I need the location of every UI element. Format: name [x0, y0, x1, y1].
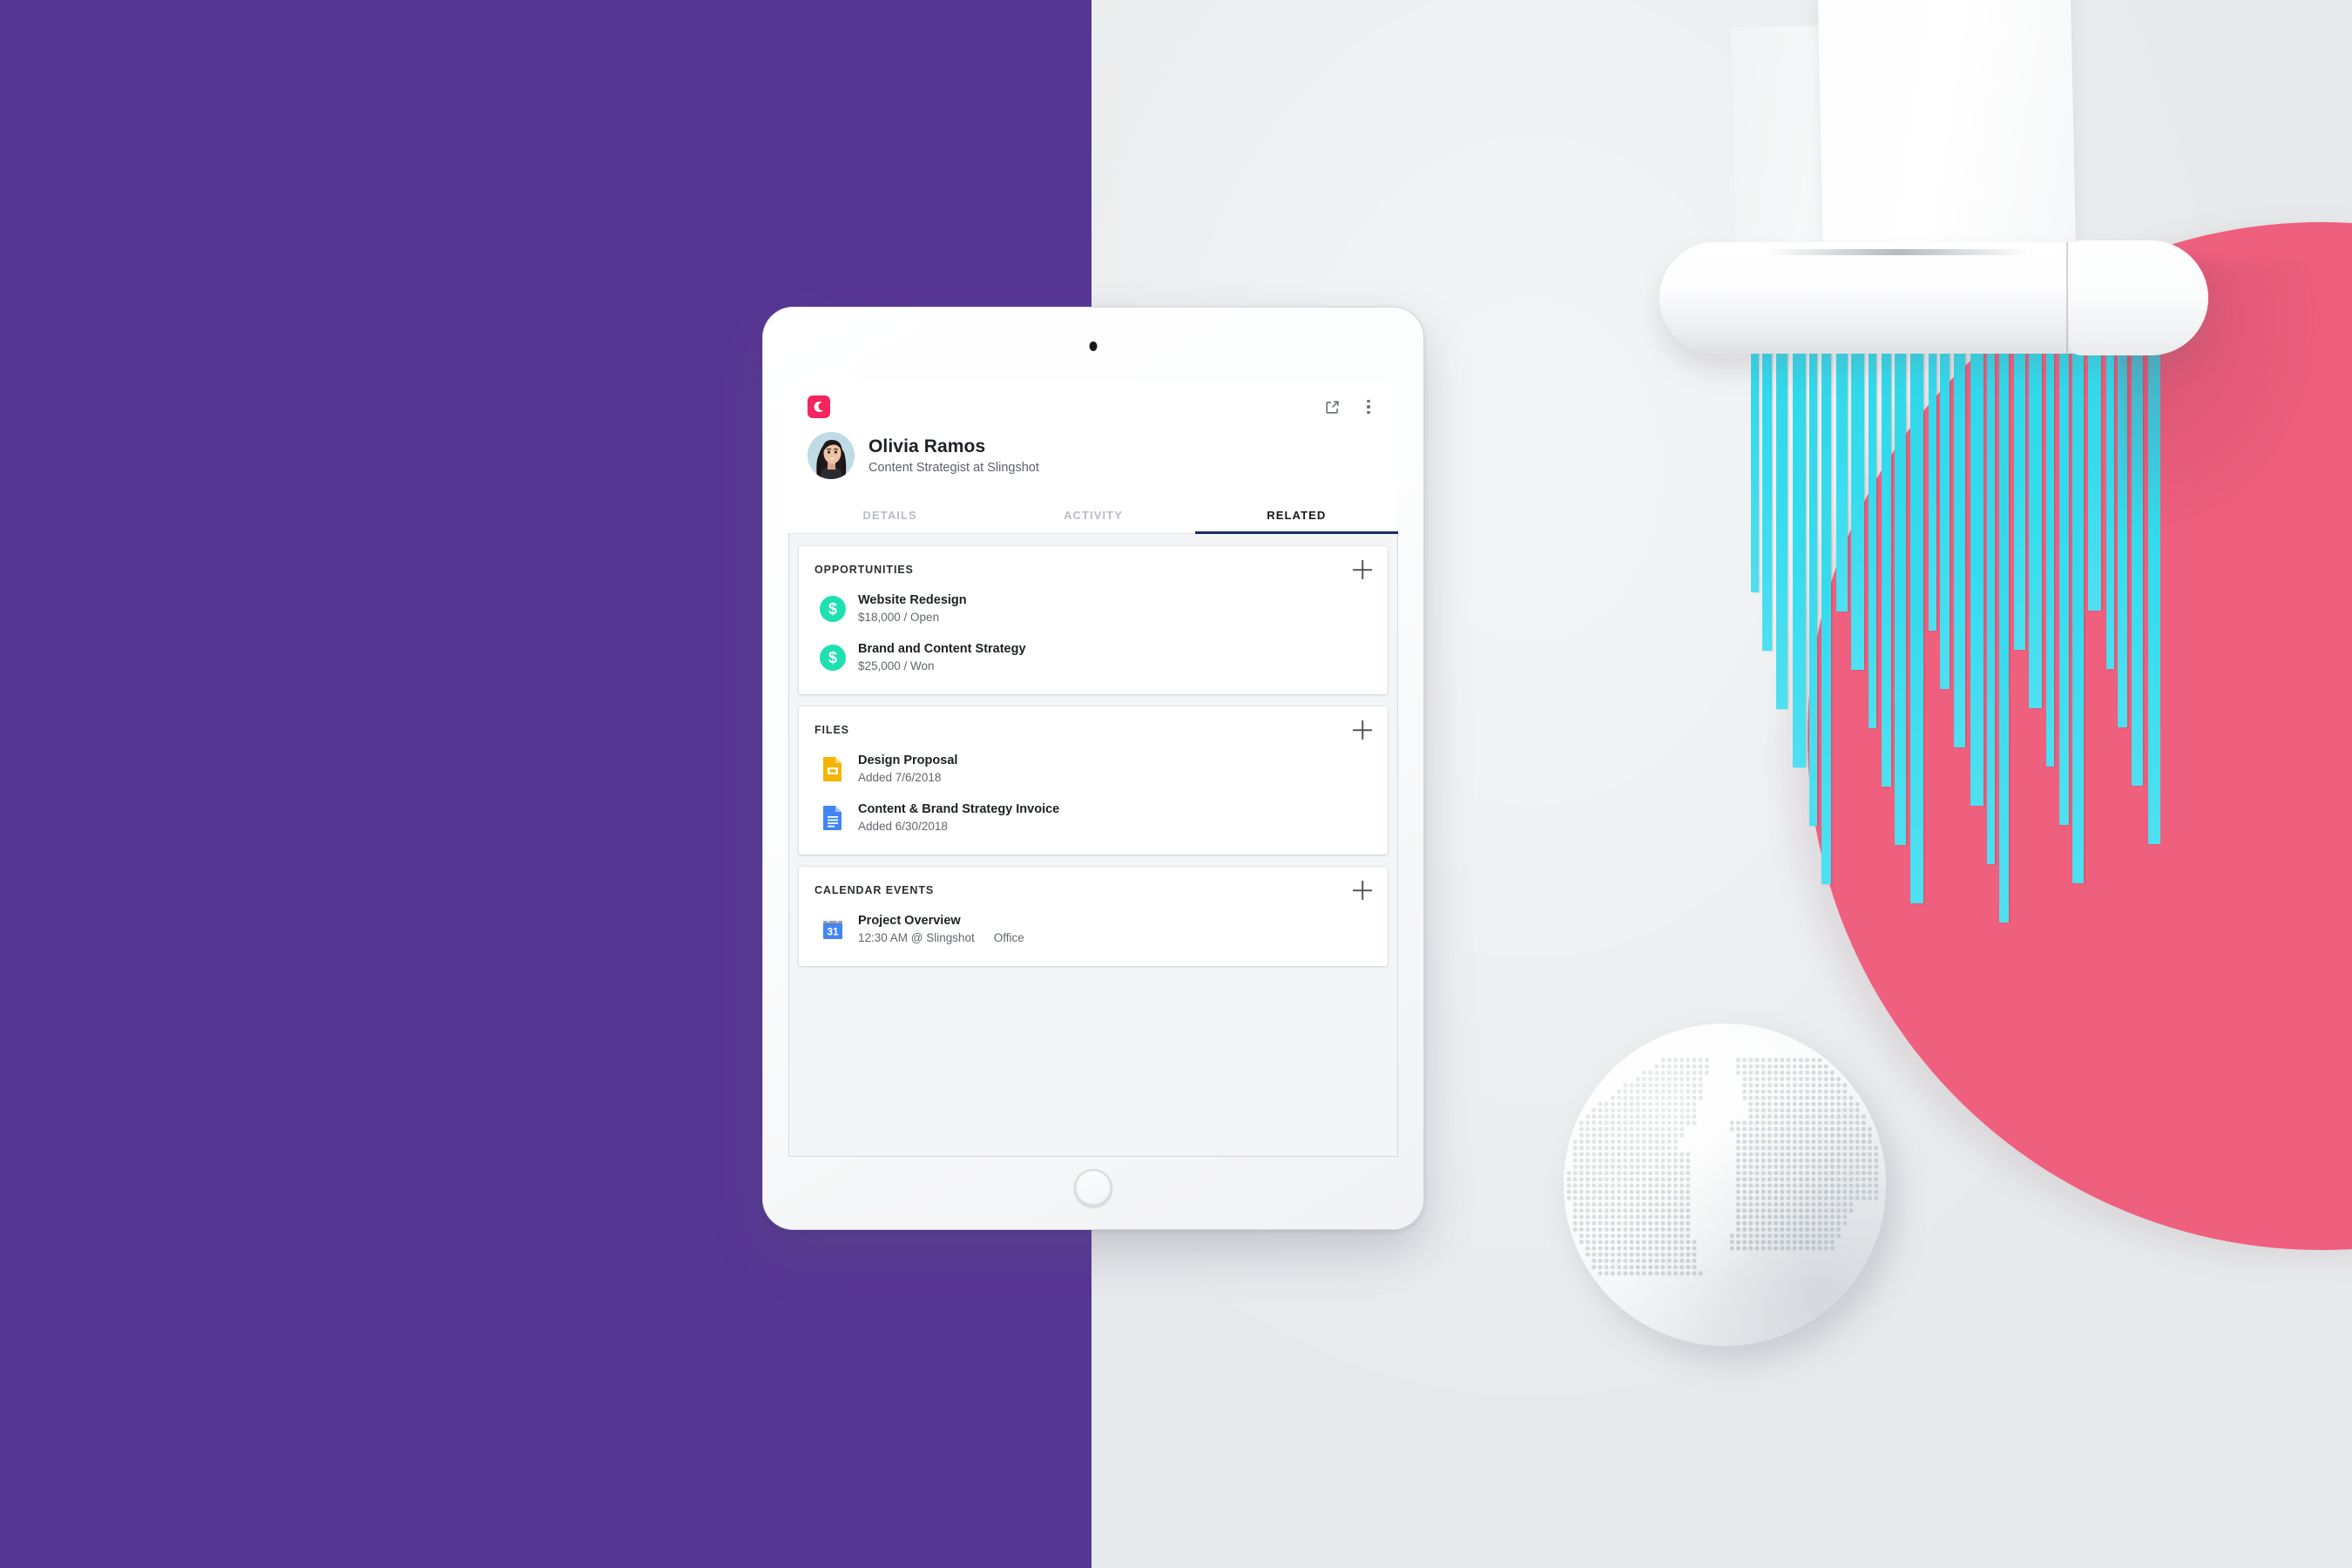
list-item-meta-part: $25,000 / Won [858, 659, 935, 673]
list-item-meta: Added 6/30/2018 [858, 820, 1059, 835]
list-item-meta-part: Added 7/6/2018 [858, 771, 942, 785]
list-item[interactable]: Design Proposal Added 7/6/2018 [814, 745, 1372, 794]
list-item-text: Brand and Content Strategy $25,000 / Won [858, 641, 1026, 674]
card-header: CALENDAR EVENTS [814, 881, 1372, 900]
page-title: Olivia Ramos [868, 436, 986, 456]
shredded-strips-prop [1751, 261, 2160, 958]
list-item-title: Brand and Content Strategy [858, 642, 1026, 656]
list-item-meta: $18,000 / Open [858, 611, 967, 625]
add-opportunities-button[interactable] [1353, 560, 1372, 579]
list-item-text: Content & Brand Strategy Invoice Added 6/… [858, 801, 1059, 835]
svg-text:31: 31 [827, 926, 839, 938]
card-title-calendar_events: CALENDAR EVENTS [814, 884, 935, 896]
header-toolbar [788, 382, 1398, 422]
app-header: Olivia Ramos Content Strategist at Sling… [788, 382, 1398, 534]
card-title-files: FILES [814, 724, 849, 736]
person-text: Olivia Ramos Content Strategist at Sling… [868, 436, 1039, 476]
home-button[interactable] [1074, 1169, 1112, 1207]
card-files: FILES Design Proposal Added 7/6/2018 Conten… [799, 706, 1388, 855]
list-item-meta-part: Added 6/30/2018 [858, 820, 948, 834]
dollar-circle-icon: $ [820, 596, 846, 622]
google-docs-file-icon [820, 805, 846, 831]
list-item-title: Design Proposal [858, 754, 958, 767]
person-subtitle: Content Strategist at Slingshot [868, 460, 1039, 475]
add-calendar_events-button[interactable] [1353, 881, 1372, 900]
dollar-circle-icon: $ [820, 645, 846, 671]
list-item-meta-part: $18,000 / Open [858, 611, 940, 625]
avatar [808, 432, 855, 479]
card-header: FILES [814, 720, 1372, 740]
copper-crm-logo-icon[interactable] [808, 395, 830, 418]
card-opportunities: OPPORTUNITIES $ Website Redesign $18,000 / … [799, 546, 1388, 694]
scene-backdrop: Olivia Ramos Content Strategist at Sling… [0, 0, 2352, 1568]
paper-shredder-seam [2066, 242, 2068, 354]
list-item-title: Project Overview [858, 914, 961, 928]
tab-bar: DETAILS ACTIVITY RELATED [788, 497, 1398, 534]
list-item-text: Website Redesign $18,000 / Open [858, 592, 967, 625]
list-item-meta-part: 12:30 AM @ Slingshot [858, 931, 975, 945]
tab-details[interactable]: DETAILS [788, 497, 991, 533]
list-item[interactable]: $ Website Redesign $18,000 / Open [814, 585, 1372, 633]
front-camera-icon [1089, 341, 1098, 351]
list-item[interactable]: $ Brand and Content Strategy $25,000 / Won [814, 633, 1372, 682]
tab-activity[interactable]: ACTIVITY [991, 497, 1194, 533]
list-item[interactable]: Content & Brand Strategy Invoice Added 6/… [814, 794, 1372, 842]
list-item-meta: $25,000 / Won [858, 659, 1026, 674]
tablet-screen: Olivia Ramos Content Strategist at Sling… [788, 382, 1398, 1157]
paper-sheet-front [1817, 0, 2077, 260]
list-item-meta: Added 7/6/2018 [858, 771, 957, 786]
list-item-title: Content & Brand Strategy Invoice [858, 802, 1060, 816]
list-item-meta-part: Office [993, 931, 1024, 945]
list-item[interactable]: 31 Project Overview 12:30 AM @ Slingshot Of… [814, 905, 1372, 954]
related-content: OPPORTUNITIES $ Website Redesign $18,000 / … [788, 534, 1398, 980]
google-slides-file-icon [820, 756, 846, 782]
tab-related[interactable]: RELATED [1194, 497, 1398, 534]
external-link-icon[interactable] [1321, 396, 1342, 417]
list-item-meta: 12:30 AM @ Slingshot Office [858, 931, 1024, 946]
card-header: OPPORTUNITIES [814, 560, 1372, 579]
list-item-text: Design Proposal Added 7/6/2018 [858, 753, 957, 786]
google-calendar-icon: 31 [820, 916, 846, 943]
paper-shredder-slot [1767, 249, 2028, 255]
tablet-device: Olivia Ramos Content Strategist at Sling… [762, 307, 1424, 1230]
more-vertical-icon[interactable] [1358, 396, 1379, 417]
dotted-globe-prop [1564, 1024, 1886, 1346]
add-files-button[interactable] [1353, 720, 1372, 740]
card-title-opportunities: OPPORTUNITIES [814, 564, 914, 576]
paper-shredder-cap [2069, 240, 2208, 355]
header-actions [1321, 396, 1379, 417]
list-item-text: Project Overview 12:30 AM @ Slingshot Offi… [858, 913, 1024, 946]
card-calendar_events: CALENDAR EVENTS 31 Project Overview 12:30 A… [799, 867, 1388, 966]
list-item-title: Website Redesign [858, 593, 967, 607]
person-summary: Olivia Ramos Content Strategist at Sling… [788, 422, 1398, 497]
